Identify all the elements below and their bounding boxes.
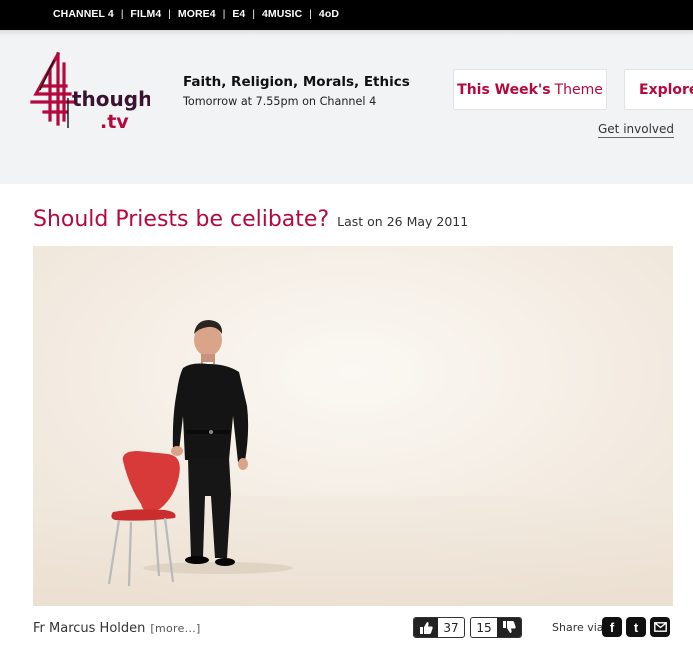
4thought-logo[interactable]: thought .tv (30, 50, 150, 134)
share-label: Share via (552, 621, 604, 634)
episode-heading: Should Priests be celibate? Last on 26 M… (33, 207, 468, 232)
presenter-name: Fr Marcus Holden (33, 621, 146, 636)
presenter-info: Fr Marcus Holden [more...] (33, 621, 201, 636)
channel-link-more4[interactable]: MORE4 (178, 8, 216, 20)
thumbs-down-icon (497, 618, 521, 637)
thumbs-up-icon (414, 618, 438, 637)
get-involved-link[interactable]: Get involved (598, 122, 675, 138)
theme-button-strong: This Week's (457, 81, 551, 98)
tagline-subtitle: Tomorrow at 7.55pm on Channel 4 (183, 95, 377, 108)
logo-tv: .tv (100, 111, 129, 133)
vote-controls: 37 15 (413, 617, 522, 638)
show-tagline: Faith, Religion, Morals, Ethics Tomorrow… (183, 74, 410, 108)
more-link[interactable]: [more...] (150, 622, 200, 635)
tagline-title: Faith, Religion, Morals, Ethics (183, 74, 410, 90)
channel-links: CHANNEL 4 | FILM4 | MORE4 | E4 | 4MUSIC … (53, 8, 339, 20)
last-aired-date: Last on 26 May 2011 (337, 214, 469, 229)
channel-link-4od[interactable]: 4oD (319, 8, 339, 20)
like-button[interactable]: 37 (413, 617, 465, 638)
channel-separator: | (309, 8, 312, 20)
this-weeks-theme-button[interactable]: This Week's Theme (453, 69, 607, 110)
dislike-button[interactable]: 15 (470, 617, 522, 638)
channel-separator: | (168, 8, 171, 20)
channel-link-e4[interactable]: E4 (232, 8, 245, 20)
like-count: 37 (443, 620, 459, 635)
logo-wordmark: thought (72, 87, 150, 111)
explore-button[interactable]: Explore (624, 69, 693, 110)
channel-link-4music[interactable]: 4MUSIC (262, 8, 302, 20)
channel-separator: | (222, 8, 226, 20)
theme-button-light: Theme (554, 81, 603, 98)
email-icon[interactable] (650, 617, 670, 637)
header-shadow (0, 30, 693, 36)
share-buttons: f t (602, 617, 674, 637)
channel-bar: CHANNEL 4 | FILM4 | MORE4 | E4 | 4MUSIC … (0, 0, 693, 30)
video-player[interactable] (33, 246, 673, 606)
channel-separator: | (252, 8, 255, 20)
facebook-icon[interactable]: f (602, 617, 622, 637)
video-still (33, 246, 673, 606)
channel-separator: | (120, 8, 124, 20)
channel-link-channel4[interactable]: CHANNEL 4 (53, 8, 114, 20)
twitter-icon[interactable]: t (626, 617, 646, 637)
channel-link-film4[interactable]: FILM4 (130, 8, 161, 20)
page-title: Should Priests be celibate? (33, 207, 330, 232)
dislike-count: 15 (476, 620, 492, 635)
